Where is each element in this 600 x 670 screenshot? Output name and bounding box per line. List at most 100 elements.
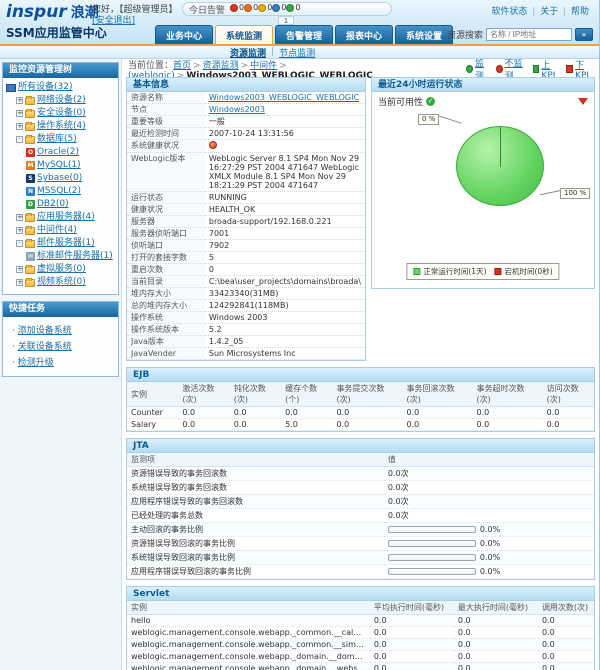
- column-header: 最大执行时间(毫秒): [454, 601, 538, 615]
- subnav-node-monitor[interactable]: 节点监测: [279, 46, 315, 59]
- header-link-0[interactable]: 软件状态: [491, 7, 527, 17]
- critical-alarm-icon: [230, 4, 238, 12]
- collapse-icon[interactable]: -: [16, 240, 23, 247]
- expand-icon[interactable]: +: [16, 214, 23, 221]
- tree-node-label[interactable]: 数据库(5): [37, 133, 77, 146]
- health-critical-icon: [209, 141, 217, 149]
- metric-value: 0.0%: [384, 565, 594, 579]
- tree-item: + 虚拟服务(0): [6, 263, 116, 276]
- tree-node-label[interactable]: 邮件服务器(1): [37, 237, 95, 250]
- servlet-table: 实例平均执行时间(毫秒)最大执行时间(毫秒)调用次数(次)hello0.00.0…: [127, 601, 594, 670]
- header-link-2[interactable]: 帮助: [571, 7, 589, 17]
- tree-node-label[interactable]: 应用服务器(4): [37, 211, 95, 224]
- pie-leader-line: [438, 115, 461, 123]
- cell-value: 0.0: [370, 615, 454, 627]
- tree-node-label[interactable]: 中间件(4): [37, 224, 77, 237]
- folder-icon: [25, 110, 35, 118]
- header-link-1[interactable]: 关于: [540, 7, 558, 17]
- link-separator: |: [529, 7, 538, 17]
- collapse-icon[interactable]: -: [16, 136, 23, 143]
- quick-task-link-1[interactable]: 关联设备系统: [18, 342, 72, 352]
- tree-node-label[interactable]: 虚拟服务(0): [37, 263, 86, 276]
- tab-alarm-manage[interactable]: 告警管理: [275, 25, 333, 44]
- basic-info-label: 运行状态: [127, 192, 205, 204]
- tree-node-label[interactable]: 视频系统(0): [37, 276, 86, 289]
- bar-value: 0.0%: [480, 567, 500, 576]
- basic-info-link[interactable]: Windows2003: [209, 105, 265, 114]
- metric-label: 主动回滚的事务比例: [127, 523, 384, 537]
- quick-task-item: 关联设备系统: [12, 339, 116, 352]
- expand-icon[interactable]: +: [16, 97, 23, 104]
- instance-name: weblogic.management.console.webapp._comm…: [127, 627, 370, 639]
- quick-task-link-0[interactable]: 添加设备系统: [18, 326, 72, 336]
- cell-value: 0.0: [178, 419, 229, 431]
- breadcrumb-link-1[interactable]: 资源监测: [203, 61, 239, 71]
- tab-business-center[interactable]: 业务中心: [155, 25, 213, 44]
- quick-tasks-list: 添加设备系统关联设备系统检测升级: [3, 317, 118, 376]
- tree-item: - 邮件服务器(1): [6, 237, 116, 250]
- tree-node-label[interactable]: 标准邮件服务器(1): [37, 250, 113, 263]
- minor-alarm-icon: [258, 4, 266, 12]
- folder-icon: [25, 240, 35, 248]
- tab-system-config[interactable]: 系统设置: [395, 25, 453, 44]
- main-tabs: 业务中心系统监测告警管理报表中心系统设置: [155, 25, 453, 44]
- filter-icon[interactable]: [578, 98, 588, 105]
- breadcrumb-link-2[interactable]: 中间件: [250, 61, 277, 71]
- logout-link[interactable]: [安全退出]: [92, 16, 135, 26]
- warning-alarm-icon: [272, 4, 280, 12]
- red-circle-icon: [496, 65, 503, 73]
- tree-node-label[interactable]: 网络设备(2): [37, 94, 86, 107]
- instance-name: weblogic.management.console.webapp._doma…: [127, 651, 370, 663]
- expand-icon[interactable]: +: [16, 123, 23, 130]
- section-servlet: Servlet实例平均执行时间(毫秒)最大执行时间(毫秒)调用次数(次)hell…: [126, 586, 595, 670]
- progress-bar: [388, 554, 476, 561]
- metric-value: 0.0%: [384, 551, 594, 565]
- tab-system-monitor[interactable]: 系统监测: [215, 25, 273, 44]
- search-button[interactable]: »: [575, 28, 593, 41]
- expand-icon[interactable]: +: [16, 266, 23, 273]
- tree-node-label[interactable]: Oracle(2): [37, 146, 79, 159]
- metric-label: 已经处理的事务总数: [127, 509, 384, 523]
- quick-tasks-title: 快捷任务: [3, 302, 118, 317]
- resource-tree-title: 监控资源管理树: [3, 63, 118, 78]
- metric-value: 0.0%: [384, 523, 594, 537]
- tree-node-label[interactable]: DB2(0): [37, 198, 69, 211]
- tree-node-label[interactable]: MySQL(1): [37, 159, 81, 172]
- cell-value: 0.0: [543, 407, 594, 419]
- basic-info-row: 堆内存大小33423340(31MB): [127, 288, 365, 300]
- status-24h-body: 当前可用性 ✓ 0 % 100 % 正常运行时间(1天)宕机时间(0秒): [372, 92, 594, 288]
- basic-info-value: 2007-10-24 13:31:56: [205, 128, 365, 140]
- tree-node-label[interactable]: 操作系统(4): [37, 120, 86, 133]
- basic-info-row: 当前目录C:\bea\user_projects\domains\broada\: [127, 276, 365, 288]
- expand-icon[interactable]: +: [16, 110, 23, 117]
- basic-info-label: 服务器: [127, 216, 205, 228]
- search-input[interactable]: [486, 28, 572, 41]
- instance-name: weblogic.management.console.webapp._doma…: [127, 663, 370, 670]
- tree-node-label[interactable]: 安全设备(0): [37, 107, 86, 120]
- metric-label: 资源错误导致的事务回滚数: [127, 467, 384, 481]
- tree-node-label[interactable]: 所有设备(32): [18, 81, 72, 94]
- alarm-pager[interactable]: 1: [278, 16, 294, 25]
- quick-task-link-2[interactable]: 检测升级: [18, 358, 54, 368]
- table-row: 主动回滚的事务比例0.0%: [127, 523, 594, 537]
- basic-info-panel: 基本信息 资源名称Windows2003_WEBLOGIC_WEBLOGIC节点…: [126, 77, 366, 361]
- breadcrumb-link-0[interactable]: 首页: [173, 61, 191, 71]
- tab-report-center[interactable]: 报表中心: [335, 25, 393, 44]
- metric-value: 0.0%: [384, 537, 594, 551]
- expand-icon[interactable]: +: [16, 279, 23, 286]
- column-header: 钝化次数(次): [230, 382, 281, 407]
- column-header: 调用次数(次): [538, 601, 594, 615]
- metric-label: 应用程序错误导致回滚的事务比例: [127, 565, 384, 579]
- column-header: 事务提交次数(次): [332, 382, 402, 407]
- basic-info-title: 基本信息: [127, 78, 365, 92]
- subnav-resource-monitor[interactable]: 资源监测: [230, 46, 266, 59]
- tree-node-label[interactable]: Sybase(0): [37, 172, 82, 185]
- metric-label: 资源错误导致回滚的事务比例: [127, 537, 384, 551]
- green-circle-icon: [466, 65, 473, 73]
- basic-info-link[interactable]: Windows2003_WEBLOGIC_WEBLOGIC: [209, 93, 359, 102]
- basic-info-row: 运行状态RUNNING: [127, 192, 365, 204]
- expand-icon[interactable]: +: [16, 227, 23, 234]
- tree-node-label[interactable]: MSSQL(2): [37, 185, 81, 198]
- section-title-servlet: Servlet: [127, 587, 594, 601]
- basic-info-row: 健康状况HEALTH_OK: [127, 204, 365, 216]
